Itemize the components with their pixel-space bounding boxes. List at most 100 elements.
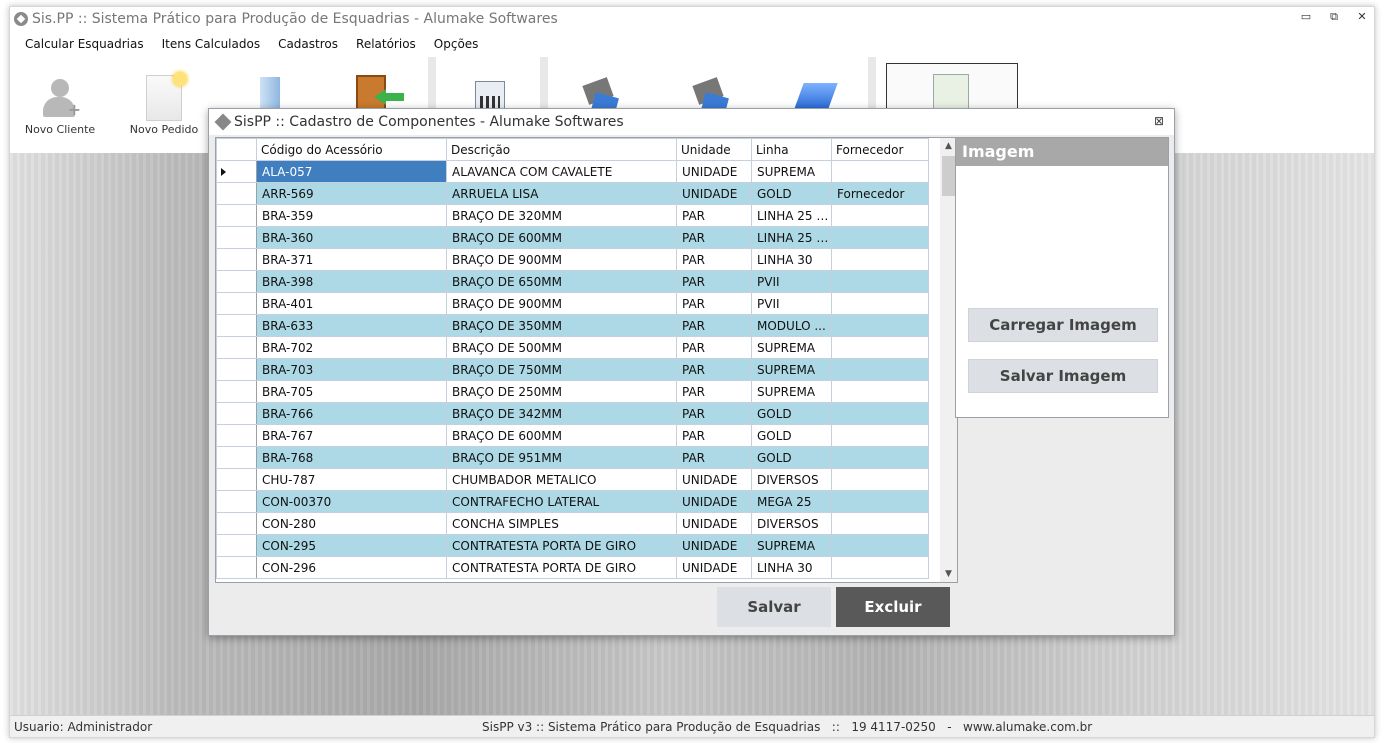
cell-linha[interactable]: GOLD: [751, 424, 832, 447]
cell-codigo[interactable]: ALA-057: [256, 160, 447, 183]
cell-descricao[interactable]: BRAÇO DE 320MM: [446, 204, 677, 227]
row-header[interactable]: [216, 358, 257, 381]
cell-codigo[interactable]: CON-296: [256, 556, 447, 579]
cell-fornecedor[interactable]: [831, 380, 929, 403]
cell-codigo[interactable]: BRA-705: [256, 380, 447, 403]
row-header[interactable]: [216, 446, 257, 469]
cell-descricao[interactable]: CONTRATESTA PORTA DE GIRO: [446, 556, 677, 579]
table-row[interactable]: BRA-398 BRAÇO DE 650MM PAR PVII: [216, 270, 929, 293]
scroll-down-icon[interactable]: ▼: [940, 566, 957, 582]
row-header[interactable]: [216, 556, 257, 579]
cell-descricao[interactable]: BRAÇO DE 650MM: [446, 270, 677, 293]
cell-descricao[interactable]: BRAÇO DE 250MM: [446, 380, 677, 403]
cell-descricao[interactable]: BRAÇO DE 750MM: [446, 358, 677, 381]
cell-descricao[interactable]: BRAÇO DE 350MM: [446, 314, 677, 337]
cell-codigo[interactable]: CON-280: [256, 512, 447, 535]
cell-linha[interactable]: DIVERSOS: [751, 512, 832, 535]
row-header[interactable]: [216, 534, 257, 557]
table-row[interactable]: CON-00370 CONTRAFECHO LATERAL UNIDADE MEGA …: [216, 490, 929, 513]
cell-fornecedor[interactable]: [831, 226, 929, 249]
cell-descricao[interactable]: BRAÇO DE 951MM: [446, 446, 677, 469]
row-header[interactable]: [216, 182, 257, 205]
cell-codigo[interactable]: BRA-766: [256, 402, 447, 425]
cell-codigo[interactable]: BRA-359: [256, 204, 447, 227]
cell-unidade[interactable]: UNIDADE: [676, 182, 752, 205]
cell-codigo[interactable]: BRA-702: [256, 336, 447, 359]
cell-fornecedor[interactable]: [831, 424, 929, 447]
cell-unidade[interactable]: PAR: [676, 314, 752, 337]
cell-descricao[interactable]: BRAÇO DE 600MM: [446, 226, 677, 249]
cell-descricao[interactable]: BRAÇO DE 500MM: [446, 336, 677, 359]
cell-unidade[interactable]: UNIDADE: [676, 468, 752, 491]
cell-codigo[interactable]: ARR-569: [256, 182, 447, 205]
cell-linha[interactable]: LINHA 30: [751, 556, 832, 579]
cell-fornecedor[interactable]: [831, 402, 929, 425]
row-header[interactable]: [216, 490, 257, 513]
row-header[interactable]: [216, 292, 257, 315]
cell-fornecedor[interactable]: [831, 160, 929, 183]
table-row[interactable]: ARR-569 ARRUELA LISA UNIDADE GOLD Fornecedor: [216, 182, 929, 205]
row-header[interactable]: [216, 468, 257, 491]
row-header[interactable]: [216, 248, 257, 271]
cell-linha[interactable]: SUPREMA: [751, 160, 832, 183]
cell-linha[interactable]: SUPREMA: [751, 336, 832, 359]
cell-unidade[interactable]: PAR: [676, 402, 752, 425]
cell-codigo[interactable]: CHU-787: [256, 468, 447, 491]
menu-calcular-esquadrias[interactable]: Calcular Esquadrias: [25, 37, 144, 51]
cell-descricao[interactable]: BRAÇO DE 600MM: [446, 424, 677, 447]
salvar-button[interactable]: Salvar: [717, 587, 831, 627]
cell-fornecedor[interactable]: [831, 292, 929, 315]
carregar-imagem-button[interactable]: Carregar Imagem: [968, 308, 1158, 342]
table-row[interactable]: BRA-359 BRAÇO DE 320MM PAR LINHA 25 /...: [216, 204, 929, 227]
row-header[interactable]: [216, 270, 257, 293]
row-header[interactable]: [216, 512, 257, 535]
cell-fornecedor[interactable]: [831, 314, 929, 337]
cell-fornecedor[interactable]: [831, 556, 929, 579]
cell-unidade[interactable]: PAR: [676, 424, 752, 447]
table-row[interactable]: BRA-705 BRAÇO DE 250MM PAR SUPREMA: [216, 380, 929, 403]
cell-fornecedor[interactable]: [831, 204, 929, 227]
cell-fornecedor[interactable]: Fornecedor: [831, 182, 929, 205]
cell-unidade[interactable]: UNIDADE: [676, 556, 752, 579]
table-row[interactable]: BRA-766 BRAÇO DE 342MM PAR GOLD: [216, 402, 929, 425]
cell-codigo[interactable]: BRA-360: [256, 226, 447, 249]
cell-unidade[interactable]: UNIDADE: [676, 490, 752, 513]
excluir-button[interactable]: Excluir: [836, 587, 950, 627]
row-header[interactable]: [216, 336, 257, 359]
cell-unidade[interactable]: PAR: [676, 380, 752, 403]
table-row[interactable]: BRA-702 BRAÇO DE 500MM PAR SUPREMA: [216, 336, 929, 359]
cell-fornecedor[interactable]: [831, 336, 929, 359]
cell-unidade[interactable]: PAR: [676, 270, 752, 293]
table-row[interactable]: BRA-703 BRAÇO DE 750MM PAR SUPREMA: [216, 358, 929, 381]
cell-unidade[interactable]: PAR: [676, 226, 752, 249]
cell-descricao[interactable]: BRAÇO DE 900MM: [446, 292, 677, 315]
novo-cliente-button[interactable]: + Novo Cliente: [24, 55, 96, 145]
row-header[interactable]: [216, 402, 257, 425]
close-icon[interactable]: ✕: [1356, 11, 1368, 23]
row-header[interactable]: [216, 160, 257, 183]
cell-fornecedor[interactable]: [831, 512, 929, 535]
cell-codigo[interactable]: BRA-633: [256, 314, 447, 337]
table-row[interactable]: CON-296 CONTRATESTA PORTA DE GIRO UNIDADE L…: [216, 556, 929, 579]
cell-linha[interactable]: MEGA 25: [751, 490, 832, 513]
cell-unidade[interactable]: PAR: [676, 446, 752, 469]
menu-itens-calculados[interactable]: Itens Calculados: [162, 37, 260, 51]
cell-linha[interactable]: PVII: [751, 292, 832, 315]
restore-icon[interactable]: ⧉: [1328, 11, 1340, 23]
cell-codigo[interactable]: BRA-767: [256, 424, 447, 447]
cell-linha[interactable]: PVII: [751, 270, 832, 293]
table-row[interactable]: BRA-401 BRAÇO DE 900MM PAR PVII: [216, 292, 929, 315]
novo-pedido-button[interactable]: Novo Pedido: [128, 55, 200, 145]
cell-descricao[interactable]: ARRUELA LISA: [446, 182, 677, 205]
salvar-imagem-button[interactable]: Salvar Imagem: [968, 359, 1158, 393]
cell-descricao[interactable]: BRAÇO DE 342MM: [446, 402, 677, 425]
cell-unidade[interactable]: PAR: [676, 292, 752, 315]
components-grid[interactable]: Código do Acessório Descrição Unidade Li…: [215, 137, 958, 583]
cell-unidade[interactable]: UNIDADE: [676, 512, 752, 535]
column-header-unidade[interactable]: Unidade: [676, 138, 752, 161]
minimize-icon[interactable]: ▭: [1300, 11, 1312, 23]
table-row[interactable]: BRA-360 BRAÇO DE 600MM PAR LINHA 25 /...: [216, 226, 929, 249]
cell-fornecedor[interactable]: [831, 468, 929, 491]
row-header[interactable]: [216, 380, 257, 403]
cell-codigo[interactable]: BRA-371: [256, 248, 447, 271]
